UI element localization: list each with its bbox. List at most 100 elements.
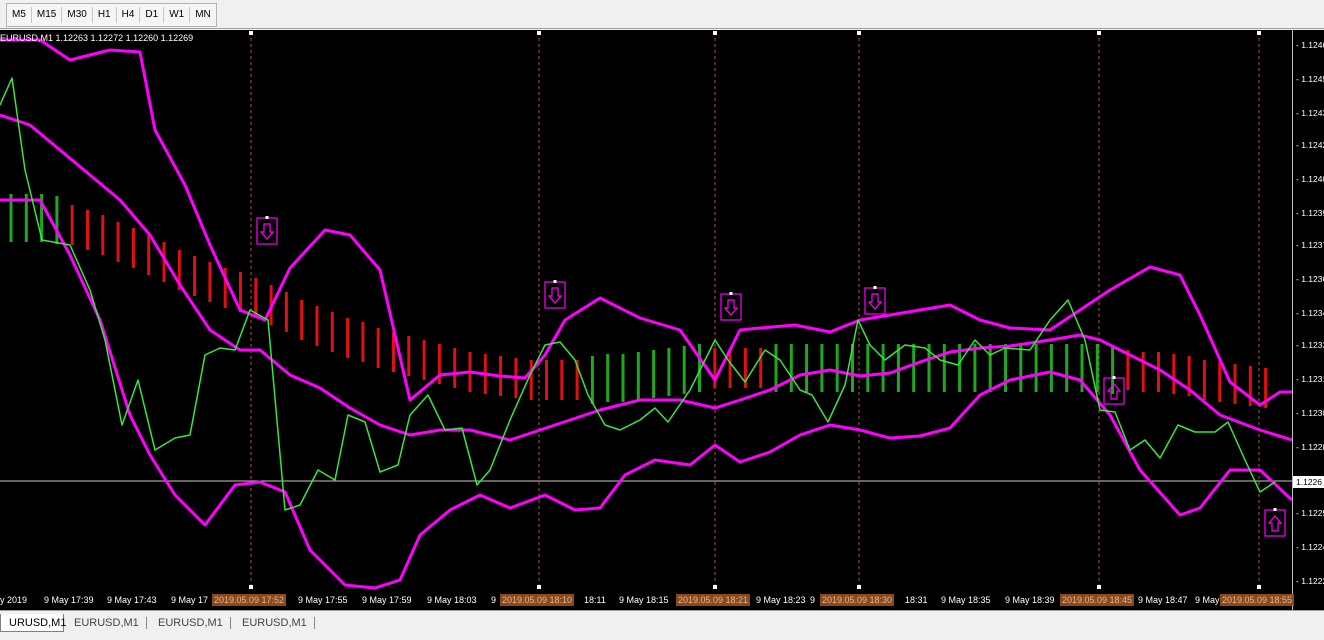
signal-box xyxy=(544,281,566,309)
signal-marker xyxy=(729,292,733,295)
histogram-bar-up xyxy=(789,344,793,392)
vertical-marker-handle xyxy=(713,31,717,35)
signal-box xyxy=(1264,509,1286,537)
histogram-bar-up xyxy=(652,350,656,398)
chart-tab-4[interactable]: EURUSD,M1 xyxy=(234,614,316,632)
price-scale-label: - 1.1243 xyxy=(1296,108,1324,118)
price-scale-label: - 1.1224 xyxy=(1296,542,1324,552)
time-axis-label: 9 May 17:39 xyxy=(44,595,94,605)
time-axis-label: 18:11 xyxy=(584,595,606,605)
timeframe-button-m15[interactable]: M15 xyxy=(32,4,61,26)
timeframe-button-m5[interactable]: M5 xyxy=(7,4,31,26)
timeframe-button-w1[interactable]: W1 xyxy=(164,4,189,26)
price-scale-label: - 1.1246 xyxy=(1296,40,1324,50)
histogram-bar-down xyxy=(545,360,548,400)
histogram-bar-up xyxy=(881,344,885,392)
histogram-bar-up xyxy=(55,196,59,244)
time-axis-label: y 2019 xyxy=(0,595,28,605)
down-arrow-icon xyxy=(723,299,739,316)
histogram-bar-up xyxy=(1034,344,1038,392)
time-axis-label: 9 May 18:35 xyxy=(941,595,991,605)
vertical-marker-handle xyxy=(857,585,861,589)
time-axis-label: 9 xyxy=(491,595,497,605)
histogram-bar-down xyxy=(560,360,564,400)
histogram-bar-down xyxy=(361,322,365,362)
vertical-marker-handle xyxy=(857,31,861,35)
time-axis-label: 9 May 18:23 xyxy=(756,595,806,605)
histogram-bar-down xyxy=(284,292,288,332)
histogram-bar-down xyxy=(1172,354,1176,394)
time-axis-label: 9 May 18:39 xyxy=(1005,595,1055,605)
histogram-bar-up xyxy=(667,348,671,396)
signal-marker xyxy=(873,286,877,289)
histogram-bar-down xyxy=(1141,352,1145,392)
histogram-bar-up xyxy=(805,344,809,392)
price-scale-label: - 1.1225 xyxy=(1296,508,1324,518)
timeframe-button-mn[interactable]: MN xyxy=(190,4,216,26)
chart-symbol-info: EURUSD,M1 1.12263 1.12272 1.12260 1.1226… xyxy=(0,33,194,43)
tab-separator xyxy=(146,617,147,629)
timeframe-button-h1[interactable]: H1 xyxy=(93,4,116,26)
histogram-bar-down xyxy=(422,340,426,380)
tab-separator xyxy=(314,617,315,629)
timeframe-button-m30[interactable]: M30 xyxy=(62,4,91,26)
histogram-bar-down xyxy=(70,205,74,245)
price-scale[interactable]: - 1.1222 - 1.1224 - 1.1225 - 1.1228 - 1.1230… xyxy=(1292,30,1324,610)
time-axis-label: 18:31 xyxy=(905,595,928,605)
histogram-bar-down xyxy=(208,262,212,302)
time-axis-label: 9 May 17:59 xyxy=(362,595,412,605)
chart-tab-2[interactable]: EURUSD,M1 xyxy=(66,614,148,632)
histogram-bar-up xyxy=(912,344,916,392)
histogram-bar-down xyxy=(1157,352,1160,392)
time-axis-label: 9 May 17:43 xyxy=(107,595,157,605)
time-axis-label: 9 May 17:55 xyxy=(298,595,348,605)
histogram-bar-up xyxy=(1049,344,1053,392)
signal-marker xyxy=(1273,508,1277,511)
histogram-bar-up xyxy=(1004,344,1007,392)
timeframe-button-h4[interactable]: H4 xyxy=(117,4,140,26)
timeframe-button-d1[interactable]: D1 xyxy=(140,4,163,26)
current-price-label: 1.1226 xyxy=(1293,476,1324,488)
histogram-bar-up xyxy=(606,354,610,402)
histogram-bar-up xyxy=(973,344,977,392)
chart-canvas[interactable] xyxy=(0,30,1292,610)
vertical-line-time-tag: 2019.05.09 18:10 xyxy=(500,594,575,606)
signal-marker xyxy=(1112,376,1116,379)
price-chart[interactable]: EURUSD,M1 1.12263 1.12272 1.12260 1.1226… xyxy=(0,30,1324,610)
signal-marker xyxy=(265,216,269,219)
histogram-bar-up xyxy=(820,344,824,392)
chart-tab-bar: URUSD,M1 EURUSD,M1 EURUSD,M1 EURUSD,M1 xyxy=(0,610,1324,640)
histogram-bar-down xyxy=(116,222,120,262)
time-axis-label: 9 May 18:15 xyxy=(619,595,669,605)
price-scale-label: - 1.1231 xyxy=(1296,374,1324,384)
time-axis-label: 9 xyxy=(810,595,816,605)
down-arrow-icon xyxy=(547,287,563,304)
histogram-bar-down xyxy=(86,210,89,250)
up-arrow-icon xyxy=(1267,515,1283,532)
vertical-line-time-tag: 2019.05.09 17:52 xyxy=(212,594,287,606)
histogram-bar-down xyxy=(300,300,304,340)
vertical-marker-handle xyxy=(713,585,717,589)
vertical-line-time-tag: 2019.05.09 18:45 xyxy=(1060,594,1135,606)
vertical-marker-handle xyxy=(249,31,253,35)
down-arrow-icon xyxy=(867,293,883,310)
vertical-marker-handle xyxy=(1097,31,1101,35)
price-scale-label: - 1.1237 xyxy=(1296,240,1324,250)
histogram-bar-up xyxy=(621,354,625,402)
down-arrow-icon xyxy=(259,223,275,240)
histogram-bar-up xyxy=(682,346,686,394)
price-scale-label: - 1.1233 xyxy=(1296,340,1324,350)
timeframe-button-group: M5 M15 M30 H1 H4 D1 W1 MN xyxy=(6,3,217,27)
vertical-marker-handle xyxy=(537,31,541,35)
histogram-bar-up xyxy=(1065,344,1069,392)
chart-tab-3[interactable]: EURUSD,M1 xyxy=(150,614,232,632)
histogram-bar-down xyxy=(407,336,411,376)
chart-tab-1[interactable]: URUSD,M1 xyxy=(0,614,66,632)
histogram-bar-up xyxy=(866,344,870,392)
signal-box xyxy=(720,293,742,321)
price-scale-label: - 1.1230 xyxy=(1296,408,1324,418)
time-axis-label: 9 May 18:03 xyxy=(427,595,477,605)
histogram-bar-up xyxy=(636,352,640,400)
vertical-line-time-tag: 2019.05.09 18:55 xyxy=(1220,594,1295,606)
histogram-bar-up xyxy=(988,344,992,392)
